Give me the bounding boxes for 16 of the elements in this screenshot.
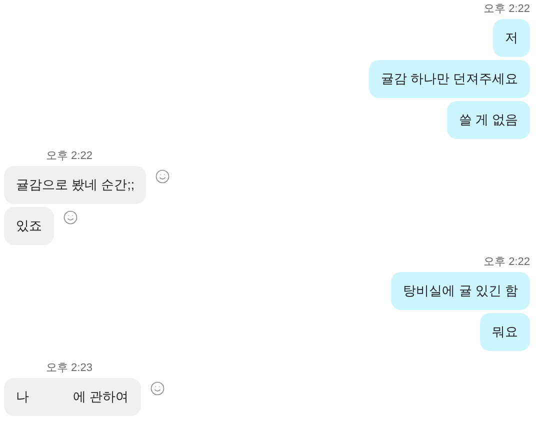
message-text: 귤감 하나만 던져주세요 [380, 70, 518, 88]
timestamp: 오후 2:22 [484, 255, 530, 269]
timestamp: 오후 2:22 [484, 2, 530, 16]
timestamp: 오후 2:23 [46, 361, 92, 375]
message-text: 저 [505, 29, 518, 48]
message-text: 에 관하여 [73, 388, 129, 406]
message-text: 나 [16, 388, 29, 406]
message-text: 탕비실에 귤 있긴 함 [403, 282, 518, 300]
message-text: 쓸 게 없음 [458, 111, 518, 130]
timestamp: 오후 2:22 [46, 149, 92, 163]
message-text: 귤감으로 봤네 순간;; [16, 176, 134, 194]
smiley-icon[interactable] [150, 381, 165, 396]
smiley-icon[interactable] [63, 210, 78, 225]
smiley-icon[interactable] [155, 169, 170, 184]
message-text: 있죠 [16, 217, 42, 236]
message-text: 뭐요 [492, 323, 518, 342]
